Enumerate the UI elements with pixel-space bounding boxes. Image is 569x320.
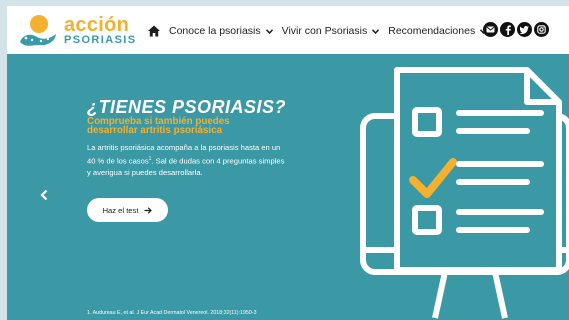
hero-title: ¿TIENES PSORIASIS? bbox=[87, 97, 287, 117]
nav-item-label: Vivir con Psoriasis bbox=[281, 25, 368, 37]
social-links bbox=[483, 22, 551, 37]
footnote-reference: 1. Audureau E, et al. J Eur Acad Dermato… bbox=[87, 310, 257, 316]
home-icon[interactable] bbox=[147, 24, 161, 38]
take-test-button[interactable]: Haz el test bbox=[87, 198, 168, 222]
nav-item-conoce-la-psoriasis[interactable]: Conoce la psoriasis bbox=[169, 25, 273, 37]
logo-mark-icon bbox=[20, 15, 56, 46]
take-test-button-label: Haz el test bbox=[102, 205, 139, 215]
facebook-icon[interactable] bbox=[500, 22, 515, 37]
instagram-icon[interactable] bbox=[534, 22, 549, 37]
nav-item-label: Recomendaciones bbox=[388, 25, 476, 37]
hero-subtitle: Comprueba si también puedes desarrollar … bbox=[87, 116, 230, 136]
logo-text-psoriasis: PSORIASIS bbox=[64, 34, 137, 46]
carousel-prev-icon[interactable] bbox=[39, 188, 49, 202]
twitter-icon[interactable] bbox=[517, 22, 532, 37]
main-nav: Conoce la psoriasis Vivir con Psoriasis … bbox=[147, 22, 496, 40]
hero-body-text: La artritis psoriásica acompaña a la pso… bbox=[87, 142, 287, 178]
nav-item-recomendaciones[interactable]: Recomendaciones bbox=[388, 25, 488, 37]
site-header: acción PSORIASIS Conoce la psoriasis Viv… bbox=[7, 6, 569, 54]
nav-item-vivir-con-psoriasis[interactable]: Vivir con Psoriasis bbox=[282, 25, 380, 37]
accion-psoriasis-logo[interactable]: acción PSORIASIS bbox=[17, 12, 135, 50]
nav-item-label: Conoce la psoriasis bbox=[169, 25, 261, 37]
logo-text-accion: acción bbox=[64, 14, 130, 36]
chevron-down-icon bbox=[265, 28, 273, 34]
hero-banner: ¿TIENES PSORIASIS? Comprueba si también … bbox=[7, 54, 569, 320]
page-frame: acción PSORIASIS Conoce la psoriasis Viv… bbox=[7, 6, 569, 320]
monitor-stand bbox=[432, 271, 508, 319]
email-icon[interactable] bbox=[483, 22, 498, 37]
checklist-computer-illustration bbox=[360, 67, 569, 319]
arrow-right-icon bbox=[144, 206, 153, 214]
chevron-down-icon bbox=[372, 28, 380, 34]
